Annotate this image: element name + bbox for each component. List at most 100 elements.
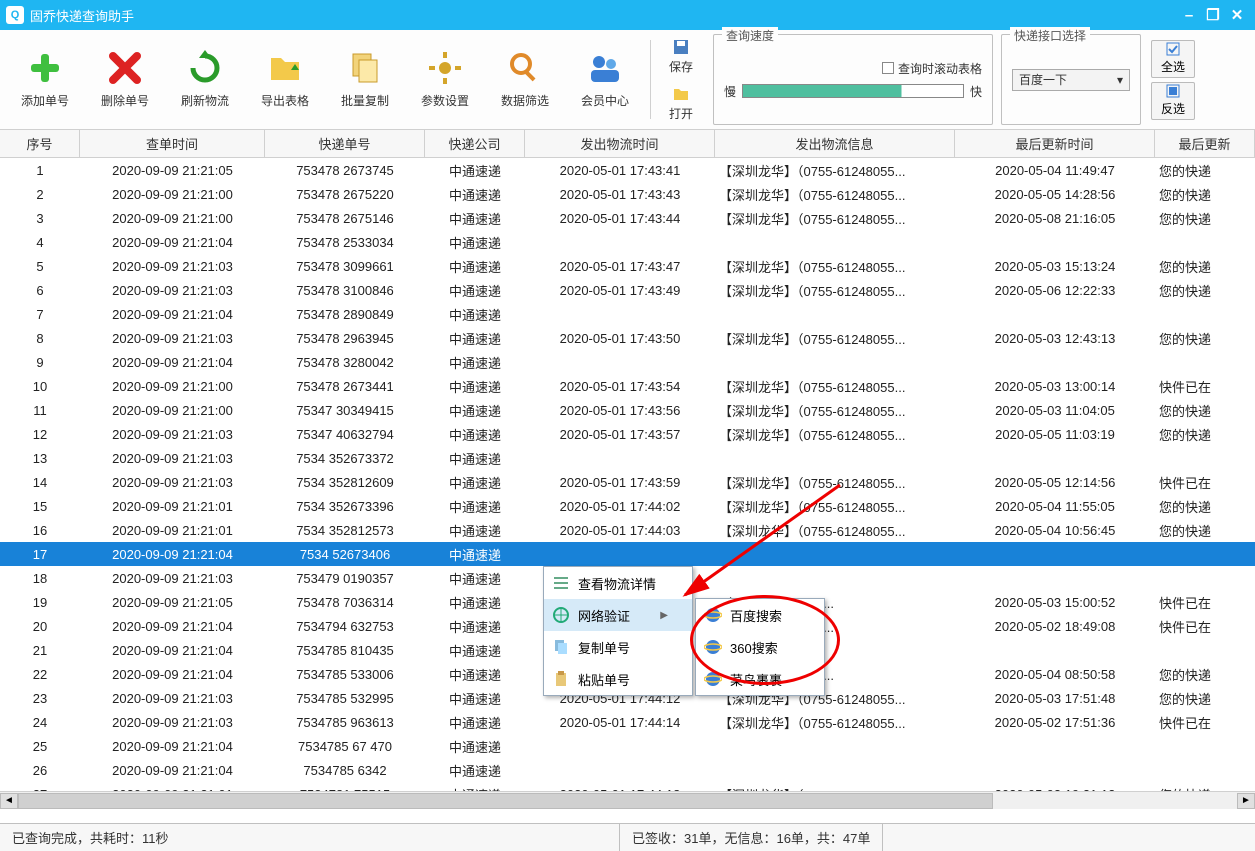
col-last[interactable]: 最后更新 (1155, 130, 1255, 157)
table-row[interactable]: 72020-09-09 21:21:04753478 2890849中通速递 (0, 302, 1255, 326)
table-cell: 2020-05-03 13:00:14 (955, 374, 1155, 398)
invert-selection-button[interactable]: 反选 (1151, 82, 1195, 120)
table-cell: 753478 2533034 (265, 230, 425, 254)
close-button[interactable]: ✕ (1225, 5, 1249, 25)
speed-slider[interactable] (742, 84, 964, 98)
table-cell: 中通速递 (425, 782, 525, 791)
table-row[interactable]: 132020-09-09 21:21:037534 352673372中通速递 (0, 446, 1255, 470)
table-cell: 7534785 963613 (265, 710, 425, 734)
member-center-button[interactable]: 会员中心 (566, 34, 644, 125)
table-row[interactable]: 112020-09-09 21:21:0075347 30349415中通速递2… (0, 398, 1255, 422)
table-cell: 9 (0, 350, 80, 374)
table-cell: 2020-05-01 17:43:43 (525, 182, 715, 206)
filter-button[interactable]: 数据筛选 (486, 34, 564, 125)
table-cell (955, 302, 1155, 326)
save-icon (672, 38, 690, 56)
delete-tracking-button[interactable]: 删除单号 (86, 34, 164, 125)
table-cell: 2020-09-09 21:21:04 (80, 758, 265, 782)
table-cell: 2020-05-01 17:44:18 (525, 782, 715, 791)
table-cell: 20 (0, 614, 80, 638)
table-row[interactable]: 122020-09-09 21:21:0375347 40632794中通速递2… (0, 422, 1255, 446)
table-row[interactable]: 262020-09-09 21:21:047534785 6342中通速递 (0, 758, 1255, 782)
col-time[interactable]: 查单时间 (80, 130, 265, 157)
col-comp[interactable]: 快递公司 (425, 130, 525, 157)
submenu-baidu[interactable]: 百度搜索 (696, 599, 824, 631)
settings-button[interactable]: 参数设置 (406, 34, 484, 125)
col-send[interactable]: 发出物流时间 (525, 130, 715, 157)
minimize-button[interactable]: – (1177, 5, 1201, 25)
table-cell: 753478 3099661 (265, 254, 425, 278)
table-row[interactable]: 142020-09-09 21:21:037534 352812609中通速递2… (0, 470, 1255, 494)
table-row[interactable]: 242020-09-09 21:21:037534785 963613中通速递2… (0, 710, 1255, 734)
table-row[interactable]: 272020-09-09 21:21:017534781 75515中通速递20… (0, 782, 1255, 791)
table-cell (1155, 638, 1255, 662)
table-row[interactable]: 172020-09-09 21:21:047534 52673406中通速递 (0, 542, 1255, 566)
export-button[interactable]: 导出表格 (246, 34, 324, 125)
table-row[interactable]: 42020-09-09 21:21:04753478 2533034中通速递 (0, 230, 1255, 254)
table-cell (715, 350, 955, 374)
table-row[interactable]: 32020-09-09 21:21:00753478 2675146中通速递20… (0, 206, 1255, 230)
table-row[interactable]: 62020-09-09 21:21:03753478 3100846中通速递20… (0, 278, 1255, 302)
refresh-button[interactable]: 刷新物流 (166, 34, 244, 125)
table-cell: 【深圳龙华】（0755-61248055... (715, 710, 955, 734)
folder-open-icon (672, 85, 690, 103)
col-no[interactable]: 快递单号 (265, 130, 425, 157)
scroll-on-query-checkbox[interactable]: 查询时滚动表格 (882, 60, 982, 77)
table-row[interactable]: 152020-09-09 21:21:017534 352673396中通速递2… (0, 494, 1255, 518)
table-row[interactable]: 12020-09-09 21:21:05753478 2673745中通速递20… (0, 158, 1255, 182)
scroll-left-arrow[interactable]: ◄ (0, 793, 18, 809)
col-info[interactable]: 发出物流信息 (715, 130, 955, 157)
add-tracking-button[interactable]: 添加单号 (6, 34, 84, 125)
table-cell (715, 446, 955, 470)
table-cell: 2020-09-09 21:21:03 (80, 326, 265, 350)
menu-view-details[interactable]: 查看物流详情 (544, 567, 692, 599)
table-cell: 2020-09-09 21:21:04 (80, 662, 265, 686)
select-all-button[interactable]: 全选 (1151, 40, 1195, 78)
table-cell: 2020-05-05 12:14:56 (955, 470, 1155, 494)
scroll-thumb[interactable] (18, 793, 993, 809)
table-cell: 中通速递 (425, 494, 525, 518)
save-button[interactable]: 保存 (657, 35, 705, 78)
table-row[interactable]: 92020-09-09 21:21:04753478 3280042中通速递 (0, 350, 1255, 374)
table-cell: 2020-09-09 21:21:03 (80, 566, 265, 590)
table-cell: 中通速递 (425, 158, 525, 182)
menu-copy-tracking[interactable]: 复制单号 (544, 631, 692, 663)
table-cell: 中通速递 (425, 470, 525, 494)
table-cell: 7534785 810435 (265, 638, 425, 662)
table-row[interactable]: 102020-09-09 21:21:00753478 2673441中通速递2… (0, 374, 1255, 398)
table-cell: 2020-05-01 17:44:02 (525, 494, 715, 518)
table-cell: 2020-05-02 18:49:08 (955, 614, 1155, 638)
status-left: 已查询完成，共耗时：11秒 (0, 824, 620, 851)
menu-web-verify[interactable]: 网络验证 ▶ (544, 599, 692, 631)
col-upd[interactable]: 最后更新时间 (955, 130, 1155, 157)
table-row[interactable]: 252020-09-09 21:21:047534785 67 470中通速递 (0, 734, 1255, 758)
menu-paste-tracking[interactable]: 粘贴单号 (544, 663, 692, 695)
table-row[interactable]: 82020-09-09 21:21:03753478 2963945中通速递20… (0, 326, 1255, 350)
ie-icon (704, 670, 722, 688)
open-button[interactable]: 打开 (657, 82, 705, 125)
app-icon: Q (6, 6, 24, 24)
submenu-cainiao[interactable]: 菜鸟裹裹 (696, 663, 824, 695)
table-cell: 12 (0, 422, 80, 446)
table-row[interactable]: 162020-09-09 21:21:017534 352812573中通速递2… (0, 518, 1255, 542)
batch-copy-button[interactable]: 批量复制 (326, 34, 404, 125)
col-seq[interactable]: 序号 (0, 130, 80, 157)
table-cell: 15 (0, 494, 80, 518)
scroll-right-arrow[interactable]: ► (1237, 793, 1255, 809)
horizontal-scrollbar[interactable]: ◄ ► (0, 791, 1255, 809)
api-select[interactable]: 百度一下 ▾ (1012, 69, 1130, 91)
table-cell (955, 638, 1155, 662)
table-cell: 2020-09-09 21:21:03 (80, 446, 265, 470)
maximize-button[interactable]: ❐ (1201, 5, 1225, 25)
table-row[interactable]: 22020-09-09 21:21:00753478 2675220中通速递20… (0, 182, 1255, 206)
table-cell: 2020-09-09 21:21:04 (80, 638, 265, 662)
table-cell: 中通速递 (425, 230, 525, 254)
table-cell: 您的快递 (1155, 398, 1255, 422)
copy-icon (347, 50, 383, 86)
submenu-360[interactable]: 360搜索 (696, 631, 824, 663)
table-cell: 2020-05-04 10:56:45 (955, 518, 1155, 542)
table-cell: 1 (0, 158, 80, 182)
table-cell: 21 (0, 638, 80, 662)
table-cell: 2020-05-01 17:43:50 (525, 326, 715, 350)
table-row[interactable]: 52020-09-09 21:21:03753478 3099661中通速递20… (0, 254, 1255, 278)
